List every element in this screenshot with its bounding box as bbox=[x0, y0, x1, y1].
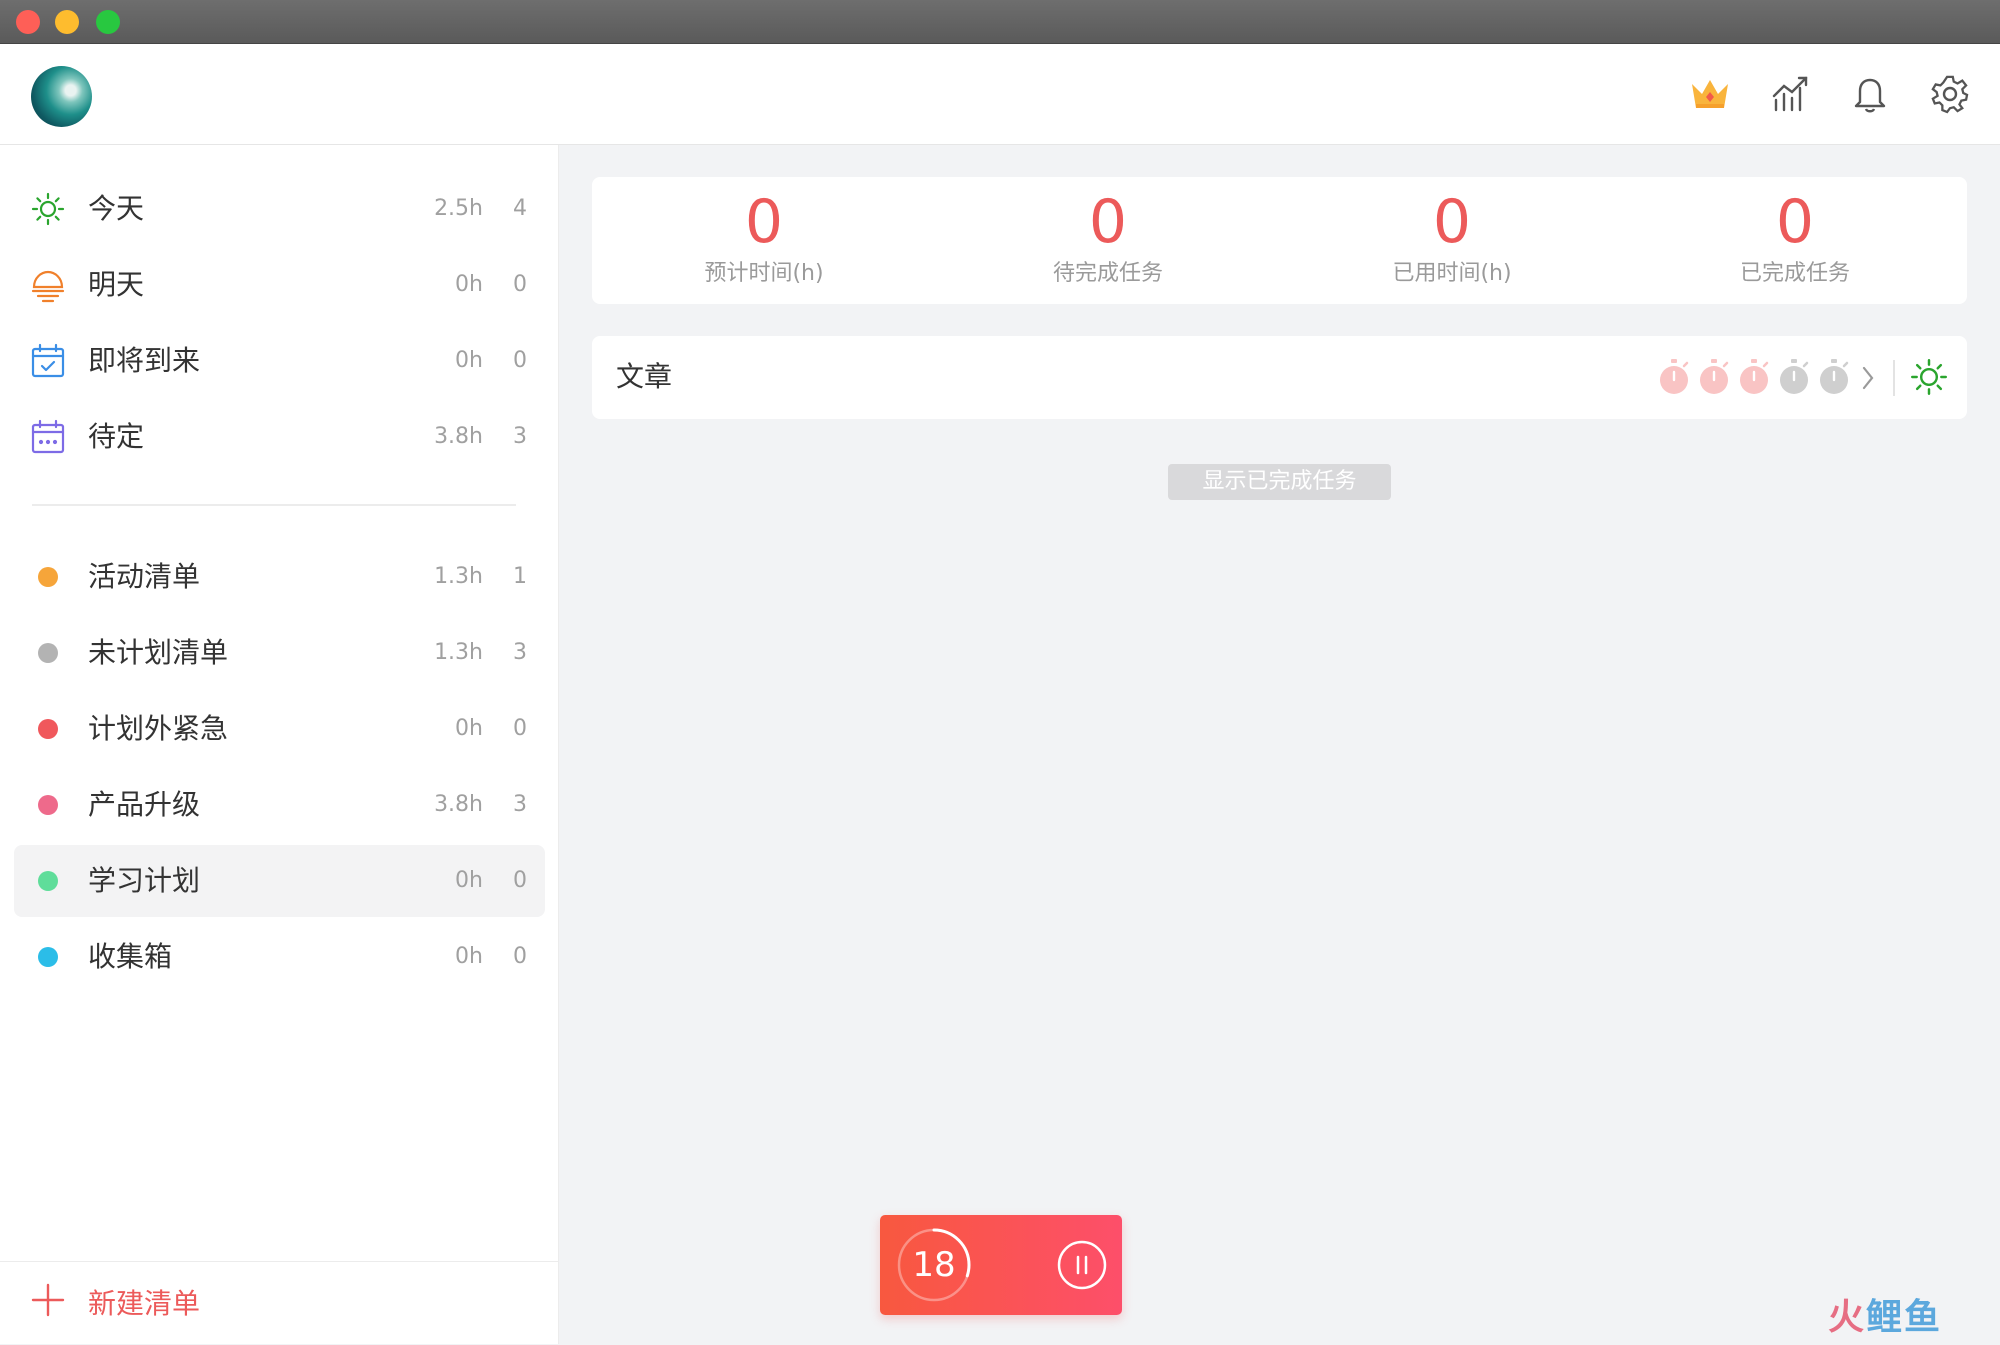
plus-icon bbox=[30, 1282, 66, 1322]
sidebar-item-label: 学习计划 bbox=[88, 864, 201, 897]
pause-button[interactable] bbox=[1056, 1239, 1108, 1291]
sidebar-item-count: 3 bbox=[513, 424, 527, 449]
sun-icon[interactable] bbox=[1910, 358, 1948, 400]
sidebar-item-product-upgrade[interactable]: 产品升级 3.8h 3 bbox=[14, 769, 545, 841]
sidebar-item-label: 明天 bbox=[88, 268, 145, 301]
pause-icon bbox=[1057, 1240, 1107, 1290]
stat-value: 0 bbox=[744, 187, 784, 257]
sidebar-item-active-list[interactable]: 活动清单 1.3h 1 bbox=[14, 541, 545, 613]
list-color-dot bbox=[30, 711, 66, 747]
new-list-label: 新建清单 bbox=[88, 1287, 201, 1320]
pomodoro-timer[interactable]: 18 bbox=[880, 1215, 1122, 1315]
sidebar-item-today[interactable]: 今天 2.5h 4 bbox=[14, 173, 545, 245]
sunrise-icon bbox=[30, 267, 66, 303]
list-color-dot bbox=[30, 635, 66, 671]
stat-label: 待完成任务 bbox=[1052, 261, 1163, 286]
sidebar-item-hours: 3.8h bbox=[434, 424, 483, 449]
task-row[interactable]: 文章 bbox=[592, 336, 1967, 419]
list-color-dot bbox=[30, 939, 66, 975]
sidebar-item-label: 产品升级 bbox=[88, 788, 201, 821]
task-row-separator bbox=[1893, 360, 1895, 396]
pomodoro-icon[interactable] bbox=[1657, 358, 1691, 396]
task-title: 文章 bbox=[616, 360, 673, 393]
stat-completed-tasks: 0 已完成任务 bbox=[1623, 177, 1967, 304]
avatar[interactable] bbox=[31, 66, 92, 127]
sidebar-item-label: 待定 bbox=[88, 420, 145, 453]
sidebar-item-hours: 0h bbox=[455, 348, 483, 373]
stat-value: 0 bbox=[1088, 187, 1128, 257]
sidebar-item-hours: 0h bbox=[455, 716, 483, 741]
sidebar-item-study-plan[interactable]: 学习计划 0h 0 bbox=[14, 845, 545, 917]
sidebar-item-label: 计划外紧急 bbox=[88, 712, 229, 745]
sidebar-item-hours: 1.3h bbox=[434, 564, 483, 589]
sidebar-item-urgent-list[interactable]: 计划外紧急 0h 0 bbox=[14, 693, 545, 765]
gear-icon[interactable] bbox=[1926, 70, 1974, 118]
stat-label: 已用时间(h) bbox=[1392, 261, 1512, 286]
sidebar-footer: 新建清单 bbox=[0, 1261, 558, 1345]
window-maximize-button[interactable] bbox=[96, 10, 120, 34]
sidebar-item-hours: 0h bbox=[455, 944, 483, 969]
sidebar-item-tomorrow[interactable]: 明天 0h 0 bbox=[14, 249, 545, 321]
window-titlebar bbox=[0, 0, 2000, 44]
sun-icon bbox=[30, 191, 66, 227]
stat-value: 0 bbox=[1775, 187, 1815, 257]
sidebar-item-count: 3 bbox=[513, 792, 527, 817]
watermark-text-blue: 鲤鱼 bbox=[1866, 1297, 1943, 1338]
list-color-dot bbox=[30, 863, 66, 899]
chevron-right-icon[interactable] bbox=[1860, 364, 1876, 396]
sidebar-item-label: 未计划清单 bbox=[88, 636, 229, 669]
timer-minutes: 18 bbox=[912, 1245, 956, 1285]
sidebar: 今天 2.5h 4 明天 0h 0 即将到来 0h 0 待定 3.8h 3 活动… bbox=[0, 145, 559, 1344]
sidebar-item-count: 0 bbox=[513, 716, 527, 741]
calendar-check-icon bbox=[30, 343, 66, 379]
stat-label: 预计时间(h) bbox=[704, 261, 824, 286]
window-minimize-button[interactable] bbox=[55, 10, 79, 34]
sidebar-item-count: 4 bbox=[513, 196, 527, 221]
sidebar-item-hours: 1.3h bbox=[434, 640, 483, 665]
pomodoro-icon[interactable] bbox=[1817, 358, 1851, 396]
sidebar-item-pending[interactable]: 待定 3.8h 3 bbox=[14, 401, 545, 473]
sidebar-item-unplanned-list[interactable]: 未计划清单 1.3h 3 bbox=[14, 617, 545, 689]
sidebar-item-hours: 0h bbox=[455, 272, 483, 297]
sidebar-item-label: 活动清单 bbox=[88, 560, 201, 593]
sidebar-item-label: 收集箱 bbox=[88, 940, 173, 973]
list-color-dot bbox=[30, 787, 66, 823]
sidebar-item-label: 今天 bbox=[88, 192, 145, 225]
new-list-button[interactable]: 新建清单 bbox=[30, 1280, 200, 1324]
window-close-button[interactable] bbox=[16, 10, 40, 34]
sidebar-divider bbox=[32, 504, 516, 506]
sidebar-item-count: 0 bbox=[513, 348, 527, 373]
list-color-dot bbox=[30, 559, 66, 595]
sidebar-item-inbox[interactable]: 收集箱 0h 0 bbox=[14, 921, 545, 993]
show-completed-tasks-button[interactable]: 显示已完成任务 bbox=[1168, 464, 1391, 500]
stat-estimated-time: 0 预计时间(h) bbox=[592, 177, 936, 304]
statistics-icon[interactable] bbox=[1766, 70, 1814, 118]
stat-pending-tasks: 0 待完成任务 bbox=[936, 177, 1280, 304]
sidebar-item-upcoming[interactable]: 即将到来 0h 0 bbox=[14, 325, 545, 397]
sidebar-item-hours: 3.8h bbox=[434, 792, 483, 817]
sidebar-item-count: 0 bbox=[513, 272, 527, 297]
pomodoro-icon[interactable] bbox=[1697, 358, 1731, 396]
stat-value: 0 bbox=[1432, 187, 1472, 257]
bell-icon[interactable] bbox=[1846, 70, 1894, 118]
app-header bbox=[0, 44, 2000, 145]
sidebar-item-count: 3 bbox=[513, 640, 527, 665]
sidebar-item-count: 0 bbox=[513, 944, 527, 969]
stat-label: 已完成任务 bbox=[1739, 261, 1850, 286]
stat-used-time: 0 已用时间(h) bbox=[1280, 177, 1624, 304]
watermark-text-red: 火 bbox=[1828, 1297, 1867, 1338]
pomodoro-icon[interactable] bbox=[1777, 358, 1811, 396]
pomodoro-icon[interactable] bbox=[1737, 358, 1771, 396]
sidebar-item-count: 0 bbox=[513, 868, 527, 893]
calendar-dots-icon bbox=[30, 419, 66, 455]
watermark-logo: 火鲤鱼 bbox=[1828, 1296, 1942, 1340]
sidebar-item-label: 即将到来 bbox=[88, 344, 201, 377]
sidebar-item-hours: 2.5h bbox=[434, 196, 483, 221]
sidebar-item-count: 1 bbox=[513, 564, 527, 589]
sidebar-item-hours: 0h bbox=[455, 868, 483, 893]
stats-card: 0 预计时间(h) 0 待完成任务 0 已用时间(h) 0 已完成任务 bbox=[592, 177, 1967, 304]
crown-icon[interactable] bbox=[1686, 70, 1734, 118]
